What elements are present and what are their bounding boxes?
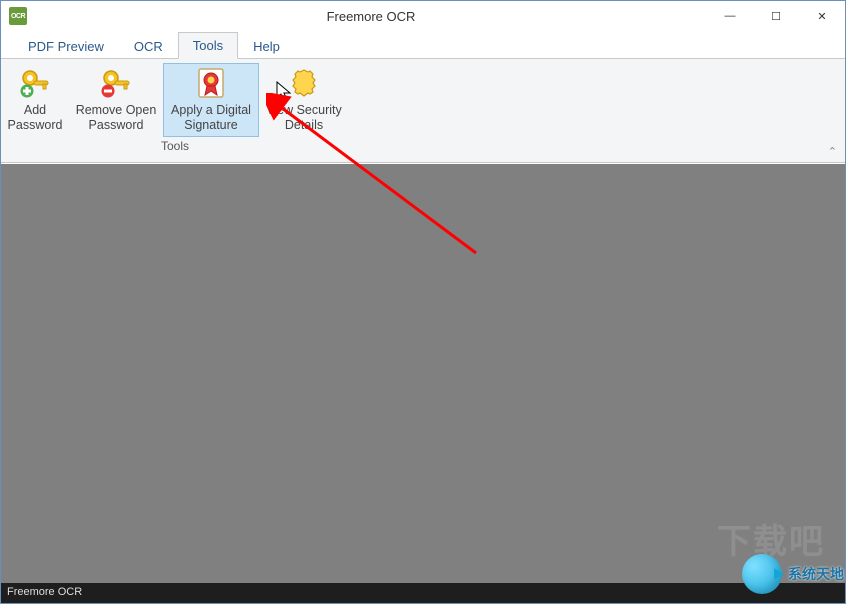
ribbon-item-label: View SecurityDetails: [266, 103, 342, 133]
key-remove-icon: [100, 67, 132, 99]
remove-open-password-button[interactable]: Remove OpenPassword: [69, 63, 163, 137]
add-password-button[interactable]: AddPassword: [1, 63, 69, 137]
ribbon-item-label: AddPassword: [8, 103, 63, 133]
statusbar-text: Freemore OCR: [7, 586, 82, 598]
rosette-icon: [195, 67, 227, 99]
tab-ocr[interactable]: OCR: [119, 33, 178, 59]
app-icon: OCR: [9, 7, 27, 25]
ribbon-group-tools: AddPassword: [1, 59, 349, 162]
tab-tools[interactable]: Tools: [178, 32, 238, 59]
close-button[interactable]: ✕: [799, 1, 845, 31]
window-title: Freemore OCR: [35, 9, 707, 24]
ribbon-collapse-button[interactable]: ⌃: [828, 145, 837, 158]
document-area: [1, 164, 845, 583]
titlebar: OCR Freemore OCR — ☐ ✕: [1, 1, 845, 31]
key-add-icon: [19, 67, 51, 99]
tab-help[interactable]: Help: [238, 33, 295, 59]
statusbar: Freemore OCR: [1, 583, 845, 603]
ribbon-item-label: Remove OpenPassword: [76, 103, 157, 133]
ribbon-item-label: Apply a DigitalSignature: [171, 103, 251, 133]
app-window: OCR Freemore OCR — ☐ ✕ PDF Preview OCR T…: [0, 0, 846, 604]
view-security-details-button[interactable]: View SecurityDetails: [259, 63, 349, 137]
ribbon: AddPassword: [1, 58, 845, 163]
ribbon-tabs: PDF Preview OCR Tools Help: [1, 31, 845, 59]
minimize-button[interactable]: —: [707, 1, 753, 31]
window-controls: — ☐ ✕: [707, 1, 845, 31]
tab-pdf-preview[interactable]: PDF Preview: [13, 33, 119, 59]
apply-digital-signature-button[interactable]: Apply a DigitalSignature: [163, 63, 259, 137]
ribbon-group-label: Tools: [1, 137, 349, 156]
maximize-button[interactable]: ☐: [753, 1, 799, 31]
mouse-cursor-icon: [276, 81, 294, 103]
